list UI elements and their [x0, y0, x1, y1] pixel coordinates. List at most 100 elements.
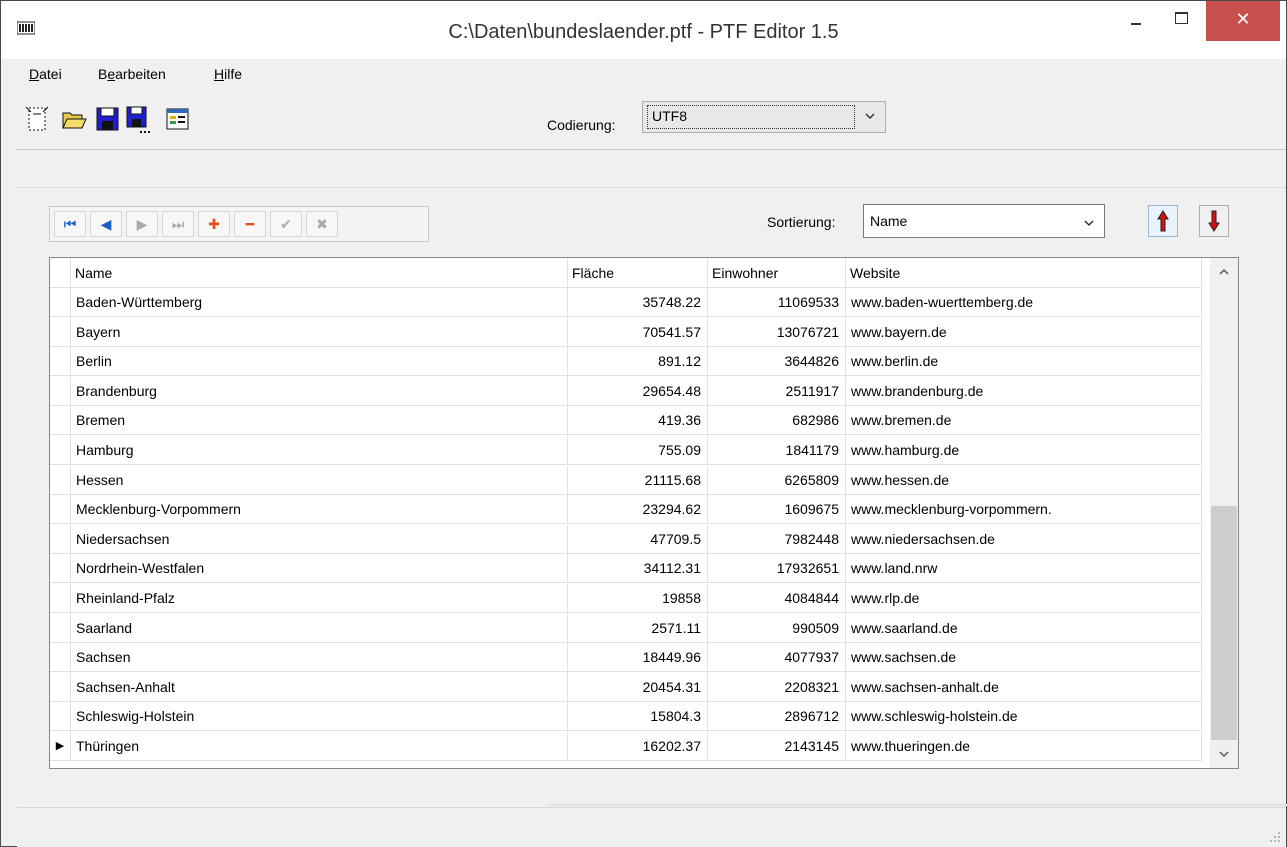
menu-bearbeiten[interactable]: Bearbeiten — [98, 66, 166, 82]
first-record-button[interactable]: ⏮ — [54, 211, 86, 237]
cell-website[interactable]: www.berlin.de — [846, 347, 1202, 377]
table-row[interactable]: Mecklenburg-Vorpommern 23294.62 1609675 www… — [50, 495, 1210, 525]
cell-area[interactable]: 15804.3 — [568, 702, 708, 732]
cell-website[interactable]: www.rlp.de — [846, 584, 1202, 613]
table-row[interactable]: Hessen 21115.68 6265809 www.hessen.de — [50, 465, 1210, 495]
scroll-thumb[interactable] — [1211, 506, 1237, 740]
data-grid[interactable]: Name Fläche Einwohner Website Baden-Würt… — [49, 257, 1239, 769]
cell-name[interactable]: Bayern — [71, 317, 568, 347]
cell-area[interactable]: 755.09 — [568, 436, 708, 465]
table-row[interactable]: Bayern 70541.57 13076721 www.bayern.de — [50, 317, 1210, 347]
table-row[interactable]: Rheinland-Pfalz 19858 4084844 www.rlp.de — [50, 584, 1210, 613]
cell-name[interactable]: Nordrhein-Westfalen — [71, 554, 568, 584]
cell-population[interactable]: 990509 — [708, 613, 846, 643]
close-button[interactable]: ✕ — [1206, 1, 1280, 41]
cell-area[interactable]: 29654.48 — [568, 376, 708, 406]
cell-area[interactable]: 35748.22 — [568, 288, 708, 317]
sort-select[interactable]: Name — [863, 204, 1105, 238]
cell-name[interactable]: Bremen — [71, 406, 568, 436]
column-header-name[interactable]: Name — [71, 258, 568, 288]
cell-website[interactable]: www.thueringen.de — [846, 732, 1202, 761]
cell-website[interactable]: www.sachsen-anhalt.de — [846, 672, 1202, 702]
table-row[interactable]: Sachsen-Anhalt 20454.31 2208321 www.sachsen… — [50, 672, 1210, 702]
cell-population[interactable]: 7982448 — [708, 524, 846, 554]
table-row[interactable]: Baden-Württemberg 35748.22 11069533 www.bad… — [50, 288, 1210, 317]
new-file-button[interactable] — [23, 103, 51, 135]
table-row[interactable]: Nordrhein-Westfalen 34112.31 17932651 www.l… — [50, 554, 1210, 584]
table-row[interactable]: Sachsen 18449.96 4077937 www.sachsen.de — [50, 643, 1210, 673]
scroll-up-button[interactable] — [1210, 258, 1238, 286]
cell-website[interactable]: www.bayern.de — [846, 317, 1202, 347]
resize-grip-icon[interactable] — [1270, 832, 1280, 842]
menu-datei[interactable]: Datei — [29, 66, 62, 82]
save-button[interactable] — [93, 103, 121, 135]
column-header-population[interactable]: Einwohner — [708, 258, 846, 288]
cell-population[interactable]: 2143145 — [708, 732, 846, 761]
properties-button[interactable] — [163, 103, 191, 135]
next-record-button[interactable]: ▶ — [126, 211, 158, 237]
cell-area[interactable]: 891.12 — [568, 347, 708, 377]
cell-name[interactable]: Brandenburg — [71, 376, 568, 406]
table-row[interactable]: Bremen 419.36 682986 www.bremen.de — [50, 406, 1210, 436]
cell-website[interactable]: www.schleswig-holstein.de — [846, 702, 1202, 732]
cell-name[interactable]: Niedersachsen — [71, 524, 568, 554]
cell-area[interactable]: 21115.68 — [568, 465, 708, 495]
cell-website[interactable]: www.sachsen.de — [846, 643, 1202, 673]
delete-record-button[interactable]: ━ — [234, 211, 266, 237]
cell-name[interactable]: Sachsen-Anhalt — [71, 672, 568, 702]
splitter[interactable] — [547, 804, 1287, 806]
cell-area[interactable]: 16202.37 — [568, 732, 708, 761]
cell-area[interactable]: 419.36 — [568, 406, 708, 436]
table-row[interactable]: Saarland 2571.11 990509 www.saarland.de — [50, 613, 1210, 643]
prior-record-button[interactable]: ◀ — [90, 211, 122, 237]
cell-population[interactable]: 1609675 — [708, 495, 846, 525]
post-record-button[interactable]: ✔ — [270, 211, 302, 237]
cell-population[interactable]: 4077937 — [708, 643, 846, 673]
cell-population[interactable]: 2896712 — [708, 702, 846, 732]
maximize-button[interactable] — [1157, 1, 1203, 41]
cell-website[interactable]: www.saarland.de — [846, 613, 1202, 643]
table-row[interactable]: ▶ Thüringen 16202.37 2143145 www.thueringen.… — [50, 732, 1210, 761]
cell-population[interactable]: 682986 — [708, 406, 846, 436]
cell-area[interactable]: 34112.31 — [568, 554, 708, 584]
cell-name[interactable]: Hamburg — [71, 436, 568, 465]
cell-population[interactable]: 3644826 — [708, 347, 846, 377]
cell-name[interactable]: Sachsen — [71, 643, 568, 673]
cell-area[interactable]: 19858 — [568, 584, 708, 613]
vertical-scrollbar[interactable] — [1210, 258, 1238, 768]
cell-website[interactable]: www.land.nrw — [846, 554, 1202, 584]
column-header-area[interactable]: Fläche — [568, 258, 708, 288]
table-row[interactable]: Niedersachsen 47709.5 7982448 www.niedersac… — [50, 524, 1210, 554]
column-header-website[interactable]: Website — [846, 258, 1202, 288]
table-row[interactable]: Berlin 891.12 3644826 www.berlin.de — [50, 347, 1210, 377]
cell-website[interactable]: www.mecklenburg-vorpommern. — [846, 495, 1202, 525]
cell-name[interactable]: Hessen — [71, 465, 568, 495]
insert-record-button[interactable]: ✚ — [198, 211, 230, 237]
cell-name[interactable]: Saarland — [71, 613, 568, 643]
cell-population[interactable]: 11069533 — [708, 288, 846, 317]
title-bar[interactable]: C:\Daten\bundeslaender.ptf - PTF Editor … — [1, 1, 1286, 59]
cell-website[interactable]: www.baden-wuerttemberg.de — [846, 288, 1202, 317]
cell-population[interactable]: 17932651 — [708, 554, 846, 584]
cell-population[interactable]: 1841179 — [708, 436, 846, 465]
open-folder-button[interactable] — [59, 103, 87, 135]
cell-population[interactable]: 4084844 — [708, 584, 846, 613]
cell-population[interactable]: 2208321 — [708, 672, 846, 702]
last-record-button[interactable]: ⏭ — [162, 211, 194, 237]
save-as-button[interactable] — [123, 103, 151, 135]
table-row[interactable]: Brandenburg 29654.48 2511917 www.brandenbur… — [50, 376, 1210, 406]
cell-name[interactable]: Mecklenburg-Vorpommern — [71, 495, 568, 525]
cell-name[interactable]: Rheinland-Pfalz — [71, 584, 568, 613]
menu-hilfe[interactable]: Hilfe — [214, 66, 242, 82]
minimize-button[interactable] — [1111, 1, 1157, 41]
cell-website[interactable]: www.hessen.de — [846, 465, 1202, 495]
cell-area[interactable]: 20454.31 — [568, 672, 708, 702]
cell-area[interactable]: 47709.5 — [568, 524, 708, 554]
cell-website[interactable]: www.hamburg.de — [846, 436, 1202, 465]
cell-name[interactable]: Thüringen — [71, 732, 568, 761]
cell-name[interactable]: Schleswig-Holstein — [71, 702, 568, 732]
encoding-select[interactable]: UTF8 — [642, 101, 886, 133]
sort-ascending-button[interactable] — [1148, 205, 1178, 237]
cell-population[interactable]: 6265809 — [708, 465, 846, 495]
cell-name[interactable]: Berlin — [71, 347, 568, 377]
